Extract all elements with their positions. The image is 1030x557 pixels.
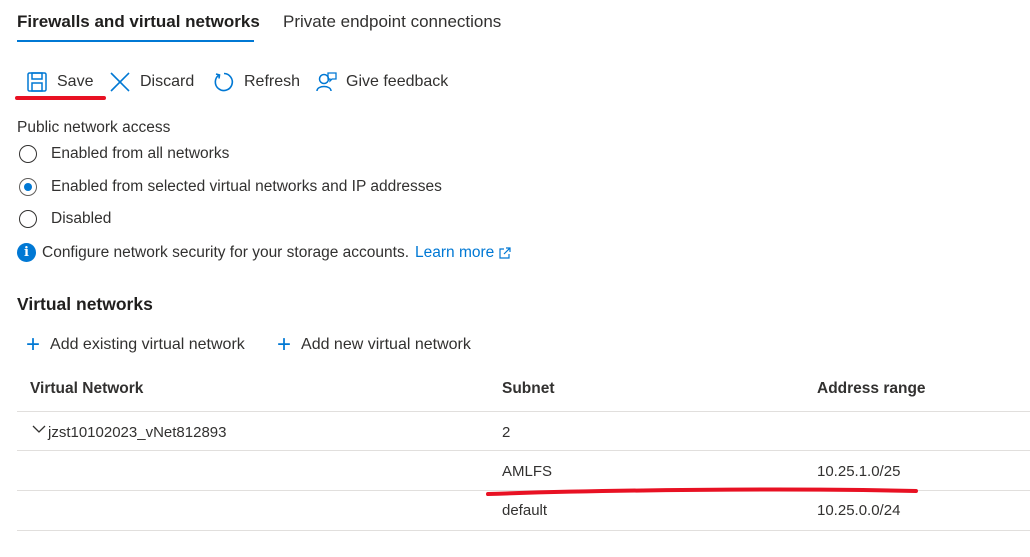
column-header-address-range: Address range	[817, 380, 926, 397]
subnet-count-cell: 2	[502, 424, 511, 441]
subnet-name-cell: default	[502, 502, 548, 519]
add-new-vnet-button[interactable]: + Add new virtual network	[277, 333, 471, 357]
add-existing-vnet-button[interactable]: + Add existing virtual network	[26, 333, 245, 357]
column-header-subnet: Subnet	[502, 380, 555, 397]
vnet-name-cell: jzst10102023_vNet812893	[48, 424, 227, 441]
feedback-icon	[316, 72, 337, 92]
virtual-networks-title: Virtual networks	[17, 294, 153, 314]
info-text: Configure network security for your stor…	[42, 243, 410, 261]
save-annotation-underline	[15, 96, 106, 100]
radio-enabled-selected-networks[interactable]: Enabled from selected virtual networks a…	[19, 178, 442, 196]
plus-icon: +	[26, 331, 41, 358]
plus-icon: +	[277, 331, 292, 358]
radio-disabled[interactable]: Disabled	[19, 210, 111, 228]
learn-more-label: Learn more	[415, 243, 495, 261]
save-button[interactable]: Save	[26, 70, 93, 94]
active-tab-indicator	[17, 40, 254, 42]
radio-label: Enabled from all networks	[51, 145, 230, 162]
refresh-label: Refresh	[244, 73, 301, 90]
add-new-label: Add new virtual network	[301, 336, 471, 353]
row-divider	[17, 530, 1030, 531]
info-message: i Configure network security for your st…	[17, 243, 512, 262]
radio-label: Enabled from selected virtual networks a…	[51, 178, 442, 195]
refresh-button[interactable]: Refresh	[213, 70, 300, 94]
address-range-cell: 10.25.1.0/25	[817, 463, 901, 480]
public-network-access-label: Public network access	[17, 119, 171, 136]
radio-circle-selected	[19, 178, 37, 196]
add-existing-label: Add existing virtual network	[50, 336, 245, 353]
radio-circle	[19, 210, 37, 228]
save-icon	[27, 72, 47, 92]
column-header-virtual-network: Virtual Network	[30, 380, 144, 397]
tab-private-endpoint-connections[interactable]: Private endpoint connections	[283, 12, 501, 32]
discard-button[interactable]: Discard	[109, 70, 194, 94]
external-link-icon	[499, 246, 511, 259]
give-feedback-button[interactable]: Give feedback	[315, 70, 448, 94]
learn-more-link[interactable]: Learn more	[415, 244, 512, 262]
give-feedback-label: Give feedback	[346, 73, 449, 90]
radio-label: Disabled	[51, 210, 112, 227]
radio-enabled-all-networks[interactable]: Enabled from all networks	[19, 145, 229, 163]
close-icon	[110, 72, 130, 92]
save-label: Save	[57, 73, 94, 90]
info-icon: i	[17, 243, 36, 262]
tab-firewalls-virtual-networks[interactable]: Firewalls and virtual networks	[17, 12, 260, 32]
subnet-name-cell: AMLFS	[502, 463, 553, 480]
chevron-down-icon[interactable]	[32, 425, 46, 434]
radio-circle	[19, 145, 37, 163]
address-range-cell: 10.25.0.0/24	[817, 502, 901, 519]
refresh-icon	[214, 72, 234, 92]
discard-label: Discard	[140, 73, 195, 90]
